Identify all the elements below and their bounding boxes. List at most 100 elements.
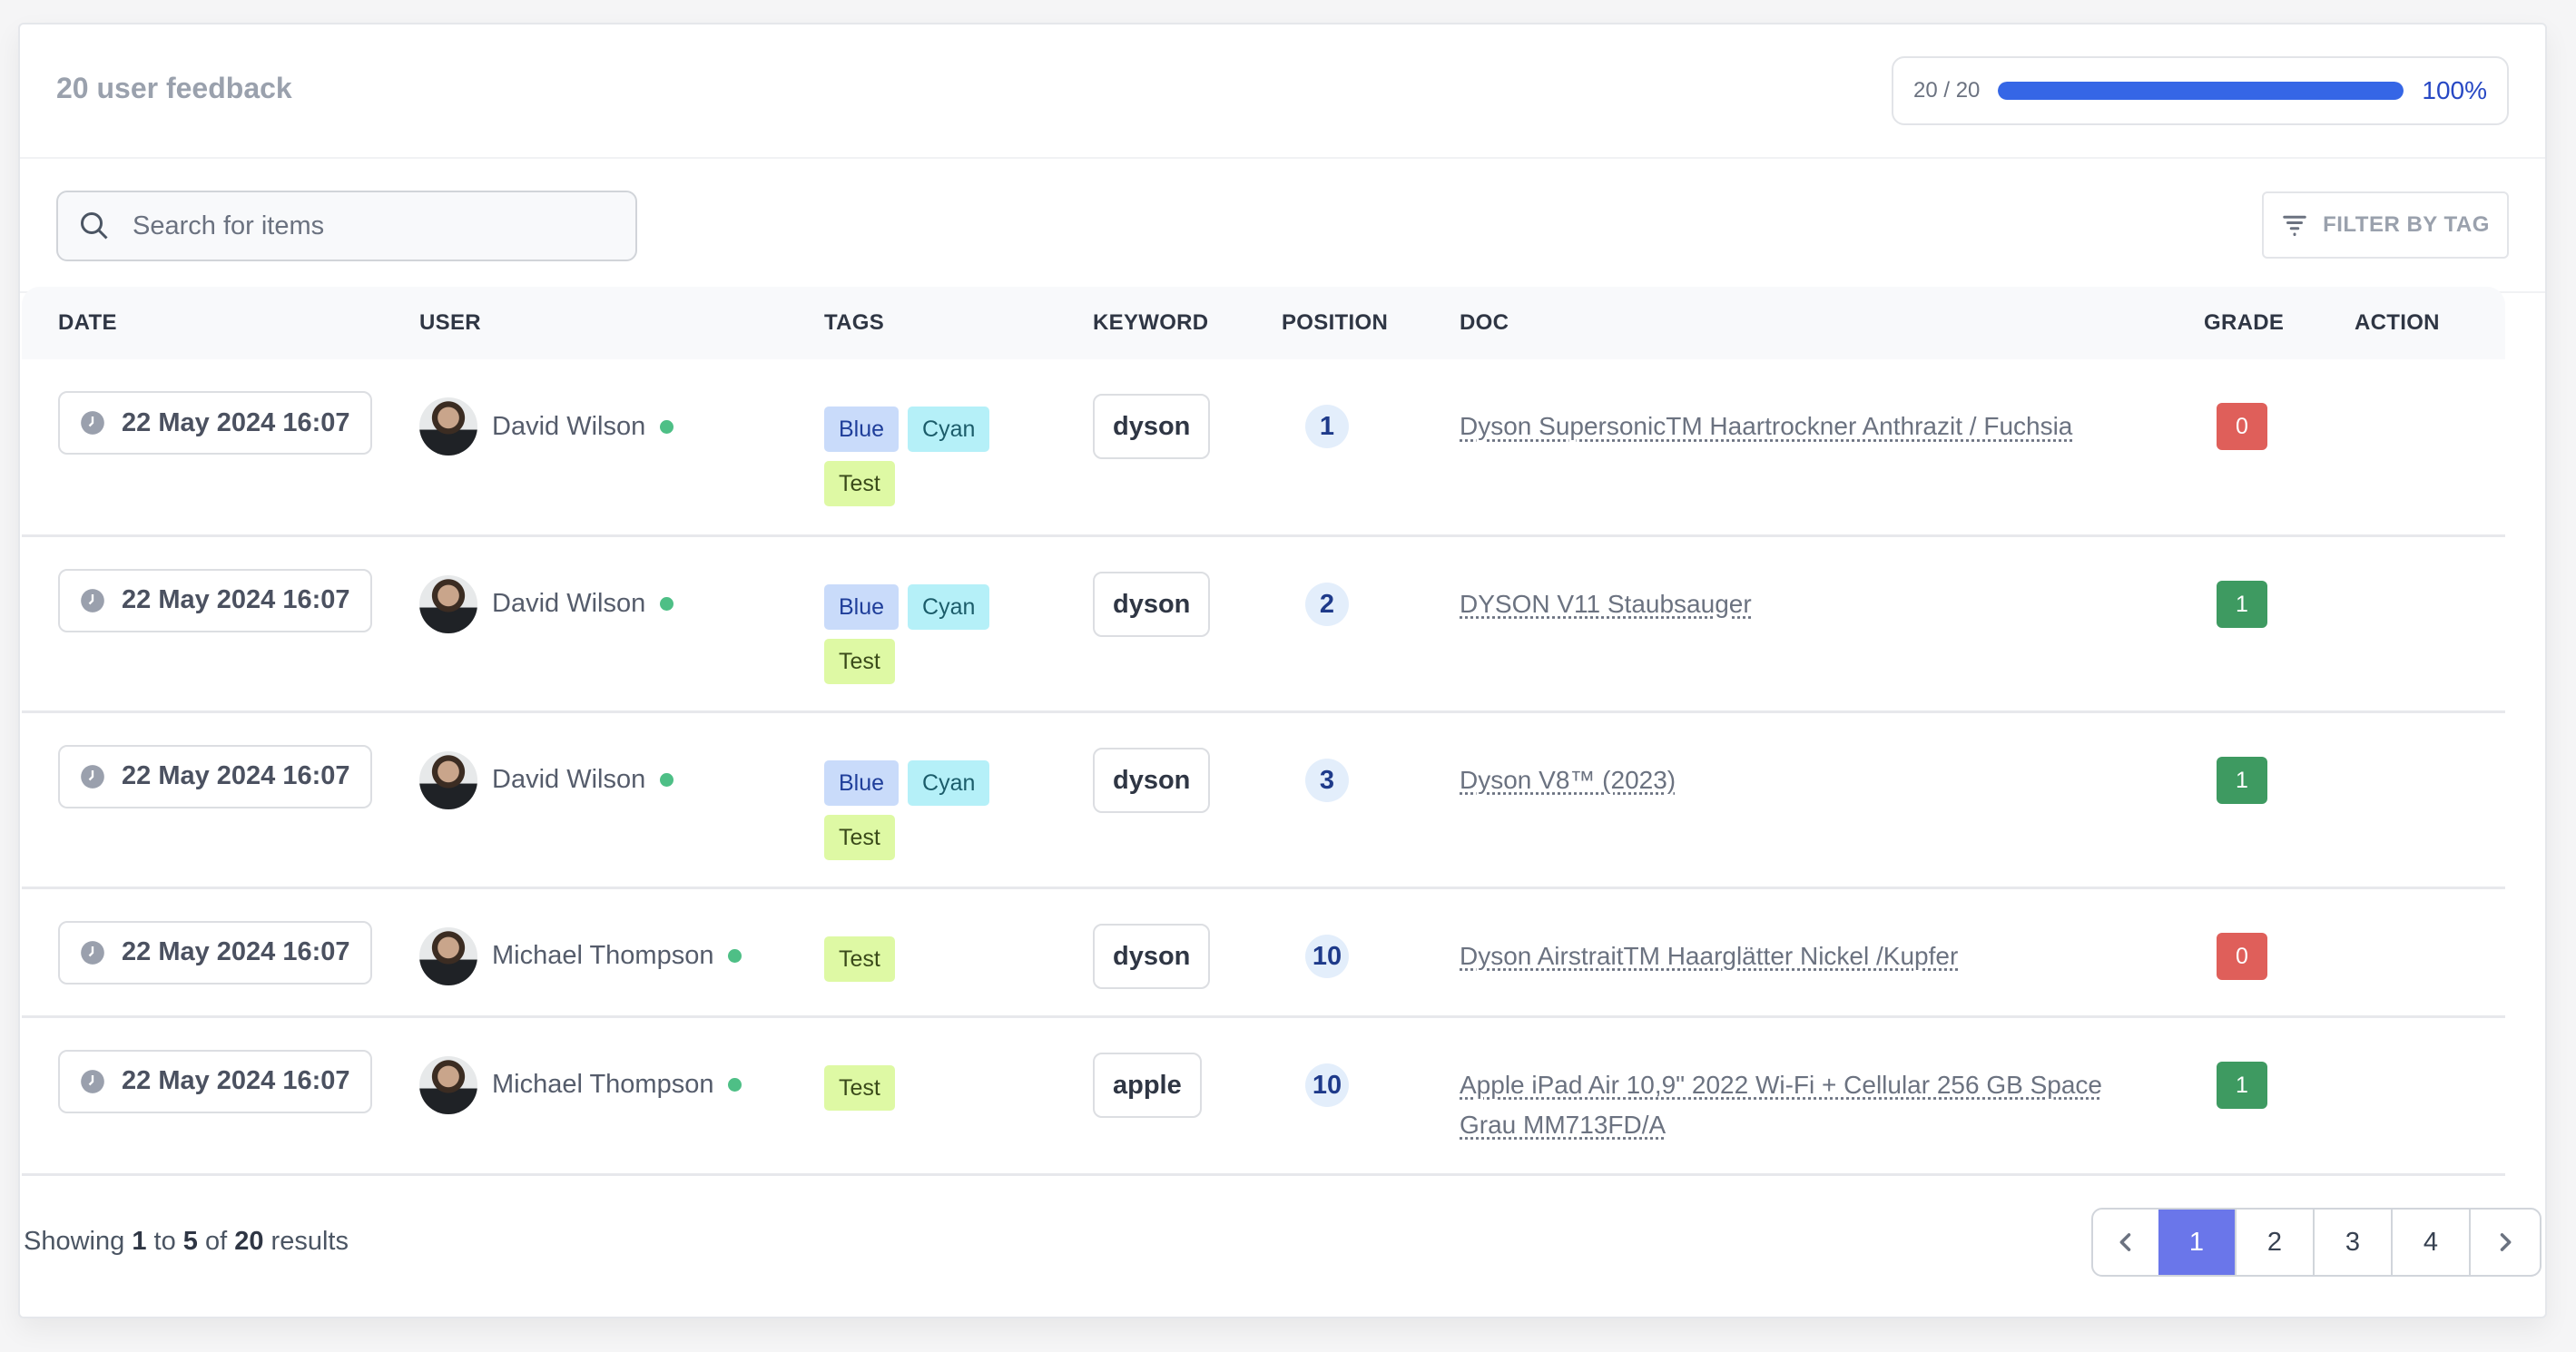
column-header-tags[interactable]: TAGS (824, 287, 1093, 359)
next-page-button[interactable] (2469, 1210, 2540, 1275)
tag-list: Test (824, 936, 1006, 982)
grade-cell: 0 (2204, 359, 2355, 537)
tag-badge[interactable]: Cyan (908, 759, 990, 806)
online-status-dot (728, 949, 742, 963)
tag-badge[interactable]: Test (824, 1064, 895, 1111)
summary-to: 5 (182, 1227, 198, 1256)
position-cell: 1 (1282, 359, 1460, 537)
summary-of-word: of (204, 1227, 228, 1256)
clock-icon (81, 411, 104, 435)
tag-badge[interactable]: Test (824, 461, 895, 506)
grade-cell: 0 (2204, 887, 2355, 1018)
clock-icon (81, 1069, 104, 1093)
user-cell: David Wilson (419, 711, 824, 889)
prev-page-button[interactable] (2093, 1210, 2158, 1275)
keyword-cell: dyson (1093, 535, 1282, 713)
column-header-position[interactable]: POSITION (1282, 287, 1460, 359)
action-cell (2355, 1016, 2505, 1176)
doc-link[interactable]: DYSON V11 Staubsauger (1460, 584, 2113, 624)
progress-count: 20 / 20 (1913, 78, 1981, 103)
avatar (419, 926, 477, 985)
date-pill: 22 May 2024 16:07 (58, 920, 372, 985)
clock-icon (81, 588, 104, 612)
toolbar: FILTER BY TAG (20, 159, 2545, 293)
online-status-dot (660, 773, 674, 787)
grade-badge: 0 (2217, 403, 2267, 450)
date-cell: 22 May 2024 16:07 (22, 1016, 419, 1176)
tag-badge[interactable]: Test (824, 936, 895, 982)
grade-badge: 1 (2217, 1061, 2267, 1109)
column-header-grade[interactable]: GRADE (2204, 287, 2355, 359)
table-header-row: DATE USER TAGS KEYWORD POSITION DOC GRAD… (22, 287, 2505, 359)
position-cell: 2 (1282, 535, 1460, 713)
search-icon (81, 212, 108, 240)
doc-cell: Dyson V8™ (2023) (1460, 711, 2204, 889)
doc-link[interactable]: Dyson V8™ (2023) (1460, 760, 2113, 800)
doc-cell: DYSON V11 Staubsauger (1460, 535, 2204, 713)
page-button-2[interactable]: 2 (2235, 1210, 2313, 1275)
user-info[interactable]: David Wilson (419, 397, 824, 456)
page-title: 20 user feedback (56, 72, 292, 104)
avatar (419, 574, 477, 633)
summary-prefix: Showing (24, 1227, 125, 1256)
tag-badge[interactable]: Cyan (908, 407, 990, 452)
summary-from: 1 (132, 1227, 147, 1256)
user-info[interactable]: Michael Thompson (419, 926, 824, 985)
tag-list: Test (824, 1064, 1006, 1111)
grade-cell: 1 (2204, 1016, 2355, 1176)
user-info[interactable]: David Wilson (419, 750, 824, 809)
column-header-user[interactable]: USER (419, 287, 824, 359)
progress-percent: 100% (2422, 76, 2487, 104)
position-badge: 2 (1305, 582, 1349, 626)
tag-badge[interactable]: Test (824, 638, 895, 684)
user-info[interactable]: David Wilson (419, 574, 824, 633)
page-button-4[interactable]: 4 (2391, 1210, 2469, 1275)
chevron-left-icon (2119, 1233, 2131, 1251)
avatar (419, 1055, 477, 1114)
doc-cell: Dyson AirstraitTM Haarglätter Nickel /Ku… (1460, 887, 2204, 1018)
online-status-dot (660, 597, 674, 611)
position-badge: 10 (1305, 1063, 1349, 1107)
column-header-date[interactable]: DATE (22, 287, 419, 359)
tag-badge[interactable]: Blue (824, 759, 900, 806)
page-button-1[interactable]: 1 (2158, 1210, 2235, 1275)
user-name: David Wilson (492, 411, 646, 441)
action-cell (2355, 359, 2505, 537)
tags-cell: Test (824, 1016, 1093, 1176)
column-header-keyword[interactable]: KEYWORD (1093, 287, 1282, 359)
action-cell (2355, 535, 2505, 713)
page-button-3[interactable]: 3 (2313, 1210, 2391, 1275)
tags-cell: Blue Cyan Test (824, 711, 1093, 889)
grade-badge: 0 (2217, 932, 2267, 980)
tag-badge[interactable]: Blue (824, 407, 900, 452)
date-text: 22 May 2024 16:07 (122, 937, 350, 966)
search-input[interactable] (131, 210, 606, 242)
tag-badge[interactable]: Cyan (908, 583, 990, 630)
doc-link[interactable]: Dyson SupersonicTM Haartrockner Anthrazi… (1460, 407, 2113, 446)
keyword-cell: dyson (1093, 359, 1282, 537)
user-name: David Wilson (492, 765, 646, 794)
filter-label: FILTER BY TAG (2323, 212, 2490, 237)
column-header-action[interactable]: ACTION (2355, 287, 2505, 359)
date-text: 22 May 2024 16:07 (122, 407, 350, 437)
search-box[interactable] (56, 191, 637, 261)
table-row: 22 May 2024 16:07 David Wilson Blue Cyan T… (22, 359, 2505, 537)
user-info[interactable]: Michael Thompson (419, 1055, 824, 1114)
tags-cell: Blue Cyan Test (824, 535, 1093, 713)
tags-cell: Test (824, 887, 1093, 1018)
date-pill: 22 May 2024 16:07 (58, 391, 372, 455)
progress-fill (1998, 82, 2404, 100)
user-cell: Michael Thompson (419, 1016, 824, 1176)
table-row: 22 May 2024 16:07 David Wilson Blue Cyan T… (22, 711, 2505, 889)
filter-by-tag-button[interactable]: FILTER BY TAG (2262, 191, 2509, 259)
user-cell: David Wilson (419, 535, 824, 713)
grade-badge: 1 (2217, 580, 2267, 628)
avatar (419, 750, 477, 809)
tag-badge[interactable]: Blue (824, 583, 900, 630)
user-name: Michael Thompson (492, 941, 714, 970)
column-header-doc[interactable]: DOC (1460, 287, 2204, 359)
keyword-badge: dyson (1093, 571, 1211, 637)
doc-link[interactable]: Dyson AirstraitTM Haarglätter Nickel /Ku… (1460, 936, 2113, 976)
doc-link[interactable]: Apple iPad Air 10,9" 2022 Wi-Fi + Cellul… (1460, 1065, 2113, 1145)
tag-badge[interactable]: Test (824, 814, 895, 860)
